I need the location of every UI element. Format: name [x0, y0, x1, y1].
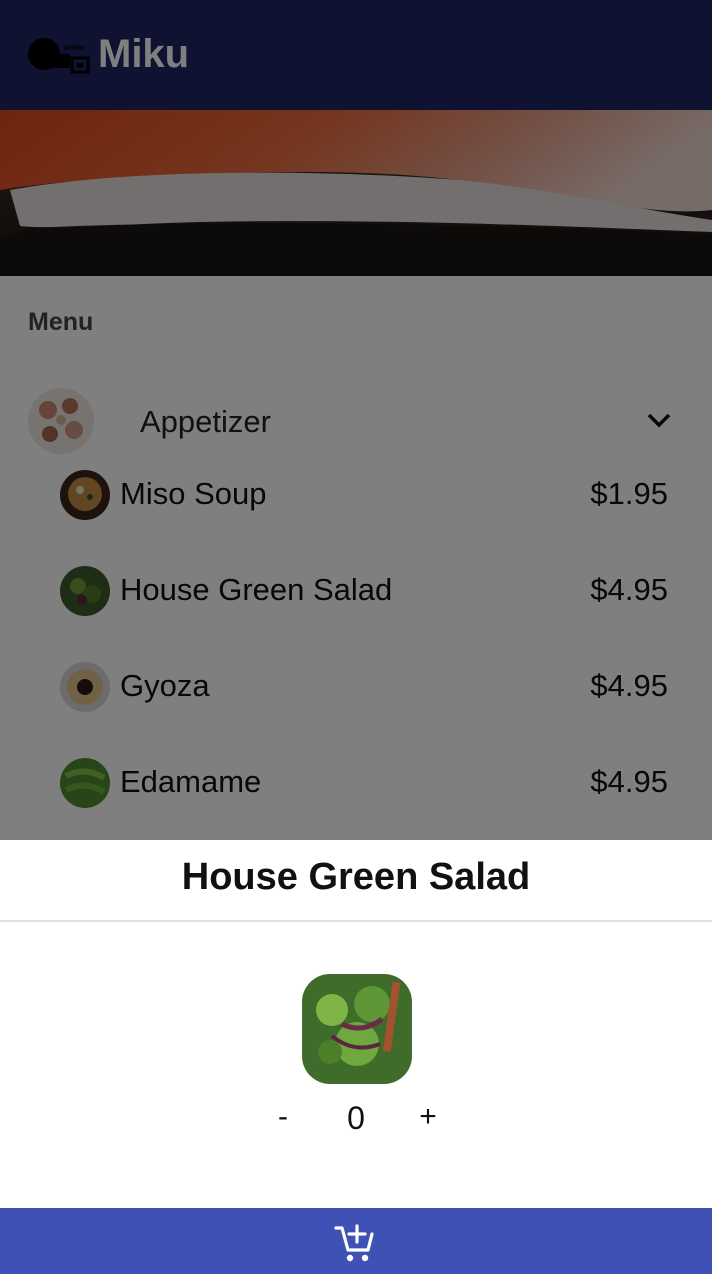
sheet-title: House Green Salad [181, 856, 531, 898]
modal-backdrop[interactable] [0, 0, 712, 840]
quantity-value: 0 [347, 1100, 365, 1136]
item-image [302, 974, 412, 1084]
increase-quantity-button[interactable]: + [412, 1100, 444, 1140]
decrease-quantity-button[interactable]: - [268, 1100, 298, 1140]
add-to-cart-button[interactable] [0, 1208, 712, 1274]
add-shopping-cart-icon [334, 1224, 374, 1262]
divider [0, 920, 712, 922]
